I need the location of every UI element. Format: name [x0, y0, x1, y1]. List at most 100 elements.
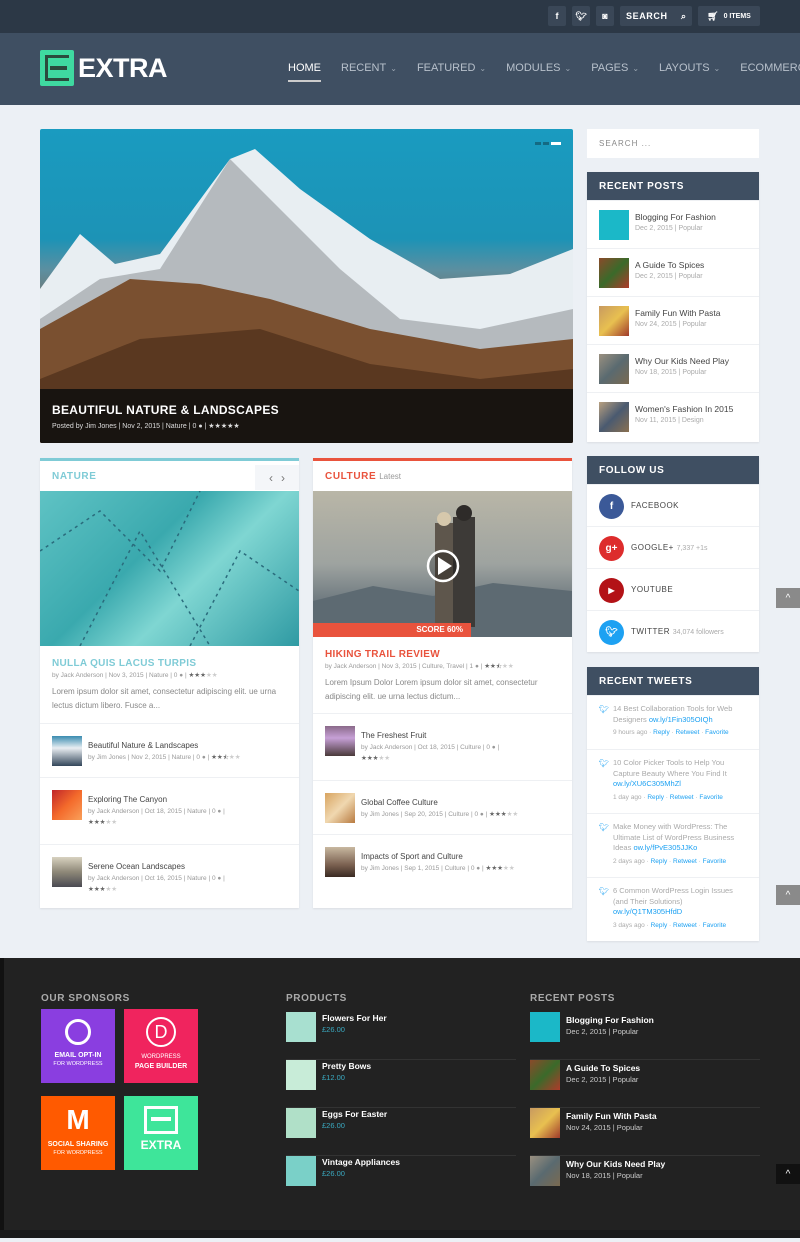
hero-slider[interactable]: BEAUTIFUL NATURE & LANDSCAPES Posted by … [40, 129, 573, 443]
list-item[interactable]: Beautiful Nature & Landscapes by Jim Jon… [40, 723, 299, 777]
nav-modules[interactable]: MODULES ⌄ [506, 62, 571, 74]
sponsor-email-optin[interactable]: EMAIL OPT-IN FOR WORDPRESS [41, 1009, 115, 1083]
follow-facebook[interactable]: f FACEBOOK [587, 484, 759, 526]
tweet-reply-link[interactable]: Reply [653, 729, 670, 736]
footer-post-item[interactable]: Family Fun With Pasta Nov 24, 2015 | Pop… [530, 1108, 760, 1156]
post-title[interactable]: Exploring The Canyon [88, 795, 167, 804]
twitter-icon[interactable]: 🐦︎ [572, 6, 590, 26]
follow-twitter[interactable]: 🐦︎ TWITTER 34,074 followers [587, 610, 759, 652]
follow-count: 7,337 +1s [676, 545, 708, 552]
tweet-retweet-link[interactable]: Retweet [670, 794, 694, 801]
product-item[interactable]: Pretty Bows £12.00 [286, 1060, 516, 1108]
post-title[interactable]: Why Our Kids Need Play [635, 356, 729, 366]
product-title[interactable]: Flowers For Her [322, 1013, 387, 1023]
follow-google-plus[interactable]: g+ GOOGLE+ 7,337 +1s [587, 526, 759, 568]
post-title[interactable]: Family Fun With Pasta [566, 1111, 657, 1121]
nav-layouts[interactable]: LAYOUTS ⌄ [659, 62, 720, 74]
footer-post-item[interactable]: A Guide To Spices Dec 2, 2015 | Popular [530, 1060, 760, 1108]
product-item[interactable]: Vintage Appliances £26.00 [286, 1156, 516, 1204]
recent-post-item[interactable]: A Guide To Spices Dec 2, 2015 | Popular [587, 248, 759, 296]
post-title[interactable]: A Guide To Spices [566, 1063, 640, 1073]
product-title[interactable]: Pretty Bows [322, 1061, 371, 1071]
chevron-left-icon[interactable]: ‹ [269, 471, 273, 485]
post-title[interactable]: Blogging For Fashion [635, 212, 716, 222]
cart-button[interactable]: 🛒︎ 0 ITEMS [698, 6, 760, 26]
product-title[interactable]: Vintage Appliances [322, 1157, 400, 1167]
post-title[interactable]: Beautiful Nature & Landscapes [88, 741, 198, 750]
nav-pages[interactable]: PAGES ⌄ [591, 62, 639, 74]
product-item[interactable]: Eggs For Easter £26.00 [286, 1108, 516, 1156]
tweet-link[interactable]: ow.ly/fPvE305JJKo [633, 843, 697, 852]
tweet-retweet-link[interactable]: Retweet [673, 858, 697, 865]
facebook-icon[interactable]: f [548, 6, 566, 26]
post-meta: Dec 2, 2015 | Popular [566, 1075, 639, 1084]
recent-post-item[interactable]: Family Fun With Pasta Nov 24, 2015 | Pop… [587, 296, 759, 344]
nav-label: MODULES [506, 62, 561, 74]
sponsor-social-sharing[interactable]: M SOCIAL SHARING FOR WORDPRESS [41, 1096, 115, 1170]
sidebar-search-input[interactable]: SEARCH ... [587, 129, 759, 158]
tweet-retweet-link[interactable]: Retweet [673, 922, 697, 929]
tweet-reply-link[interactable]: Reply [647, 794, 664, 801]
twitter-bird-icon: 🐦︎ [599, 887, 610, 896]
post-title[interactable]: The Freshest Fruit [361, 731, 426, 740]
nature-featured-image[interactable] [39, 490, 300, 647]
list-item[interactable]: Impacts of Sport and Culture by Jim Jone… [313, 834, 572, 911]
tweet-favorite-link[interactable]: Favorite [703, 858, 726, 865]
chevron-right-icon[interactable]: › [281, 471, 285, 485]
nature-featured-title[interactable]: NULLA QUIS LACUS TURPIS [40, 658, 299, 669]
list-item[interactable]: Serene Ocean Landscapes by Jack Anderson… [40, 844, 299, 911]
sponsor-page-builder[interactable]: D WORDPRESS PAGE BUILDER [124, 1009, 198, 1083]
tweet-item: 🐦︎ 14 Best Collaboration Tools for Web D… [587, 695, 759, 749]
follow-youtube[interactable]: ▶ YOUTUBE [587, 568, 759, 610]
hero-title[interactable]: BEAUTIFUL NATURE & LANDSCAPES [52, 403, 561, 417]
tweet-favorite-link[interactable]: Favorite [705, 729, 728, 736]
recent-post-item[interactable]: Women's Fashion In 2015 Nov 11, 2015 | D… [587, 392, 759, 440]
post-title[interactable]: Global Coffee Culture [361, 798, 438, 807]
post-title[interactable]: Serene Ocean Landscapes [88, 862, 185, 871]
tweet-retweet-link[interactable]: Retweet [676, 729, 700, 736]
tweet-reply-link[interactable]: Reply [651, 858, 668, 865]
product-item[interactable]: Flowers For Her £26.00 [286, 1012, 516, 1060]
product-title[interactable]: Eggs For Easter [322, 1109, 387, 1119]
tweet-link[interactable]: ow.ly/Q1TM305HfdD [613, 907, 682, 916]
nav-recent[interactable]: RECENT ⌄ [341, 62, 397, 74]
scroll-top-button[interactable]: ^ [776, 588, 800, 608]
tweet-favorite-link[interactable]: Favorite [703, 922, 726, 929]
scroll-top-button[interactable]: ^ [776, 885, 800, 905]
scroll-top-button[interactable]: ^ [776, 1164, 800, 1184]
recent-post-item[interactable]: Why Our Kids Need Play Nov 18, 2015 | Po… [587, 344, 759, 392]
post-title[interactable]: Family Fun With Pasta [635, 308, 721, 318]
list-item[interactable]: The Freshest Fruit by Jack Anderson | Oc… [313, 713, 572, 780]
post-thumbnail [325, 847, 355, 877]
sponsor-extra[interactable]: EXTRA [124, 1096, 198, 1170]
culture-featured-title[interactable]: HIKING TRAIL REVIEW [313, 649, 572, 660]
youtube-icon: ▶ [599, 578, 624, 603]
recent-post-item[interactable]: Blogging For Fashion Dec 2, 2015 | Popul… [587, 200, 759, 248]
logo-icon [40, 50, 74, 86]
culture-heading[interactable]: CULTURE Latest [313, 461, 572, 491]
nav-label: HOME [288, 62, 321, 74]
post-title[interactable]: Blogging For Fashion [566, 1015, 654, 1025]
site-logo[interactable]: EXTRA [40, 50, 168, 86]
slider-dot[interactable] [543, 142, 549, 145]
footer-post-item[interactable]: Why Our Kids Need Play Nov 18, 2015 | Po… [530, 1156, 760, 1204]
tweet-favorite-link[interactable]: Favorite [699, 794, 722, 801]
post-title[interactable]: Women's Fashion In 2015 [635, 404, 733, 414]
nav-featured[interactable]: FEATURED ⌄ [417, 62, 486, 74]
post-title[interactable]: A Guide To Spices [635, 260, 704, 270]
nav-ecommerce[interactable]: ECOMMERCE [740, 62, 800, 74]
list-item[interactable]: Exploring The Canyon by Jack Anderson | … [40, 777, 299, 844]
post-title[interactable]: Impacts of Sport and Culture [361, 852, 463, 861]
list-item[interactable]: Global Coffee Culture by Jim Jones | Sep… [313, 780, 572, 834]
tweet-link[interactable]: ow.ly/XU6C305MhZl [613, 779, 681, 788]
slider-dot[interactable] [535, 142, 541, 145]
instagram-icon[interactable]: ◙ [596, 6, 614, 26]
culture-featured-video[interactable]: SCORE 60% [313, 491, 572, 637]
tweet-link[interactable]: ow.ly/1Fin305OIQh [649, 715, 713, 724]
tweet-reply-link[interactable]: Reply [651, 922, 668, 929]
top-search-input[interactable]: SEARCH ⌕ [620, 6, 692, 26]
slider-dot-active[interactable] [551, 142, 561, 145]
nav-home[interactable]: HOME [288, 62, 321, 82]
post-title[interactable]: Why Our Kids Need Play [566, 1159, 665, 1169]
footer-post-item[interactable]: Blogging For Fashion Dec 2, 2015 | Popul… [530, 1012, 760, 1060]
